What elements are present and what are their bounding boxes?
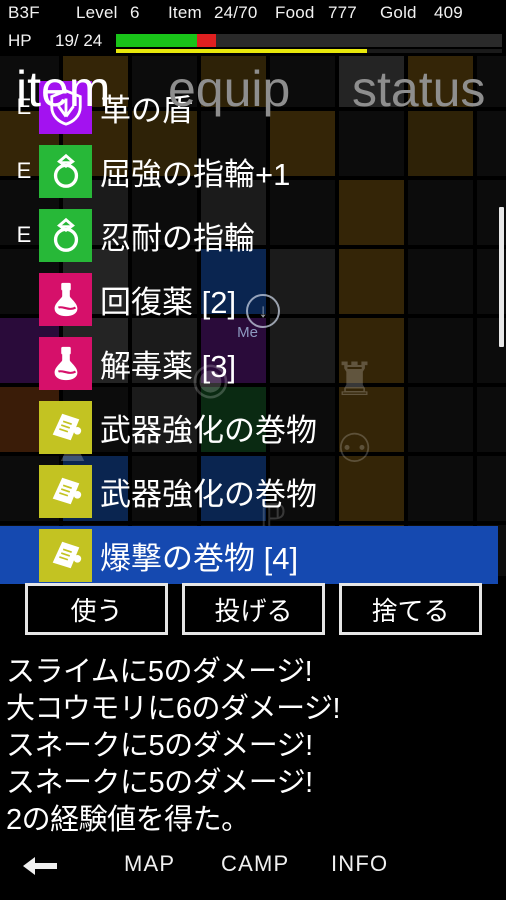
- item-name: 解毒薬 [3]: [100, 348, 237, 384]
- use-button[interactable]: 使う: [25, 583, 168, 635]
- log-line: スライムに5のダメージ!: [6, 656, 313, 688]
- tab-item[interactable]: item: [16, 58, 110, 120]
- item-count-value: 24/70: [214, 3, 258, 22]
- level-value: 6: [130, 3, 140, 22]
- item-name: 回復薬 [2]: [100, 284, 237, 320]
- discard-button[interactable]: 捨てる: [339, 583, 482, 635]
- log-line: 2の経験値を得た。: [6, 804, 250, 836]
- floor-indicator: B3F: [8, 3, 40, 22]
- log-line: 大コウモリに6のダメージ!: [6, 693, 341, 725]
- exp-bar: [116, 49, 502, 53]
- item-name: 屈強の指輪+1: [100, 156, 291, 192]
- tab-status[interactable]: status: [352, 58, 485, 120]
- nav-map-button[interactable]: MAP: [124, 846, 175, 882]
- item-list-scrollbar-thumb[interactable]: [499, 207, 504, 347]
- log-line: スネークに5のダメージ!: [6, 730, 313, 762]
- nav-camp-button[interactable]: CAMP: [221, 846, 289, 882]
- item-name: 武器強化の巻物: [100, 412, 317, 448]
- equipped-marker: E: [16, 222, 32, 247]
- game-screen: ↓ Me ◉ ♜ ⚇ ▲ ℙ B3F Level 6 Item 24/70 Fo…: [0, 0, 506, 900]
- log-line: スネークに5のダメージ!: [6, 767, 313, 799]
- tab-equip[interactable]: equip: [168, 58, 290, 120]
- potion-icon: [39, 272, 92, 326]
- ring-icon: [39, 208, 92, 262]
- status-line-hp: HP 19/ 24: [0, 31, 506, 55]
- bottom-navigation: MAP CAMP INFO: [0, 840, 506, 900]
- gold-value: 409: [434, 3, 463, 22]
- scroll-icon: [39, 400, 92, 454]
- item-row[interactable]: 爆撃の巻物 [4]: [0, 526, 498, 584]
- item-row[interactable]: 武器強化の巻物: [0, 398, 498, 456]
- nav-info-button[interactable]: INFO: [331, 846, 388, 882]
- tab-bar: item equip status: [0, 58, 506, 120]
- scroll-icon: [39, 528, 92, 582]
- gold-label: Gold: [380, 3, 417, 22]
- hp-bar: [116, 34, 502, 47]
- item-row[interactable]: 武器強化の巻物: [0, 462, 498, 520]
- level-label: Level: [76, 3, 118, 22]
- scroll-icon: [39, 464, 92, 518]
- item-list[interactable]: E 革の盾 E 屈強の指輪+1 E 忍耐の指輪 回復薬 [2] 解毒薬 [3] 武器強化の巻物武…: [0, 80, 506, 584]
- hp-bar-damage: [197, 34, 217, 47]
- item-name: 爆撃の巻物 [4]: [100, 540, 299, 576]
- action-button-row: 使う 投げる 捨てる: [0, 583, 506, 640]
- food-label: Food: [275, 3, 315, 22]
- back-button[interactable]: [16, 848, 64, 884]
- item-name: 武器強化の巻物: [100, 476, 317, 512]
- exp-bar-fill: [116, 49, 367, 53]
- hp-label: HP: [8, 31, 32, 50]
- item-row[interactable]: E 忍耐の指輪: [0, 206, 498, 264]
- item-row[interactable]: E 屈強の指輪+1: [0, 142, 498, 200]
- arrow-left-icon: [23, 857, 57, 875]
- item-row[interactable]: 解毒薬 [3]: [0, 334, 498, 392]
- potion-icon: [39, 336, 92, 390]
- item-count-label: Item: [168, 3, 202, 22]
- message-log: スライムに5のダメージ! 大コウモリに6のダメージ! スネークに5のダメージ! …: [0, 648, 506, 838]
- item-name: 忍耐の指輪: [100, 220, 255, 256]
- equipped-marker: E: [16, 158, 32, 183]
- item-row[interactable]: 回復薬 [2]: [0, 270, 498, 328]
- throw-button[interactable]: 投げる: [182, 583, 325, 635]
- hp-value: 19/ 24: [55, 31, 103, 50]
- status-line-primary: B3F Level 6 Item 24/70 Food 777 Gold 409: [0, 3, 506, 29]
- hp-bar-fill: [116, 34, 198, 47]
- food-value: 777: [328, 3, 357, 22]
- status-header: B3F Level 6 Item 24/70 Food 777 Gold 409…: [0, 0, 506, 56]
- ring-icon: [39, 144, 92, 198]
